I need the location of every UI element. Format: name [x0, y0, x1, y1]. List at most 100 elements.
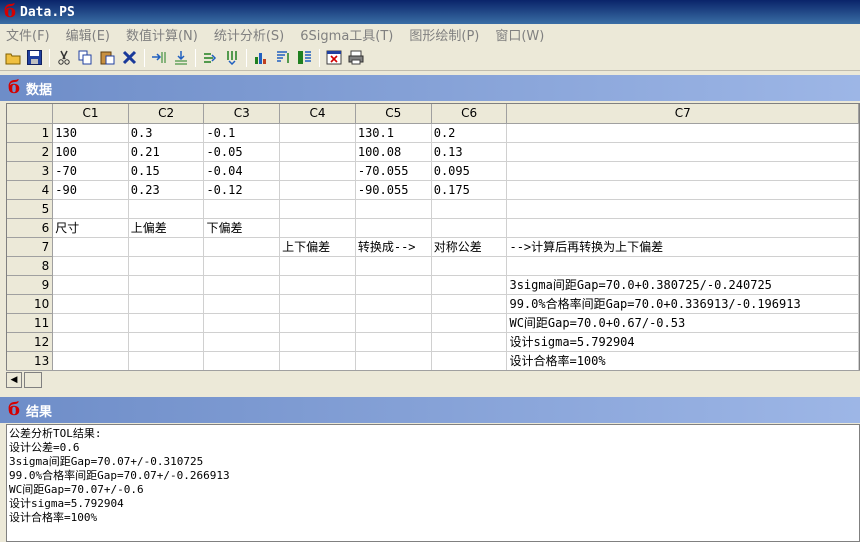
column-header[interactable]: C2 [128, 104, 205, 124]
grid-cell[interactable] [52, 332, 129, 352]
menu-numeric[interactable]: 数值计算(N) [126, 25, 198, 44]
grid-cell[interactable] [128, 313, 205, 333]
grid-cell[interactable] [279, 161, 356, 181]
grid-cell[interactable] [203, 313, 281, 333]
column-header[interactable]: C1 [52, 104, 129, 124]
grid-cell[interactable] [431, 351, 508, 371]
row-header[interactable]: 9 [7, 275, 54, 295]
grid-cell[interactable]: -90 [52, 180, 129, 200]
grid-cell[interactable]: 对称公差 [431, 237, 508, 257]
row-header[interactable]: 5 [7, 199, 54, 219]
grid-cell[interactable] [203, 294, 281, 314]
row-header[interactable]: 11 [7, 313, 54, 333]
menu-window[interactable]: 窗口(W) [495, 25, 544, 44]
menu-6sigma-tools[interactable]: 6Sigma工具(T) [300, 25, 393, 44]
grid-cell[interactable] [355, 275, 432, 295]
grid-cell[interactable] [431, 294, 508, 314]
grid-cell[interactable] [52, 313, 129, 333]
grid-cell[interactable]: 3sigma间距Gap=70.0+0.380725/-0.240725 [506, 275, 859, 295]
grid-cell[interactable] [203, 351, 281, 371]
table-icon[interactable] [294, 47, 315, 68]
grid-cell[interactable] [431, 256, 508, 276]
column-header[interactable]: C5 [355, 104, 432, 124]
grid-cell[interactable] [506, 123, 859, 143]
column-header[interactable]: C6 [431, 104, 508, 124]
menu-edit[interactable]: 编辑(E) [66, 25, 110, 44]
row-header[interactable]: 2 [7, 142, 54, 162]
move-right-icon[interactable] [199, 47, 220, 68]
scroll-left-icon[interactable]: ◀ [6, 371, 22, 388]
grid-cell[interactable] [431, 275, 508, 295]
grid-cell[interactable] [128, 256, 205, 276]
grid-cell[interactable]: 下偏差 [203, 218, 281, 238]
grid-cell[interactable] [128, 332, 205, 352]
grid-cell[interactable]: 0.13 [431, 142, 508, 162]
grid-cell[interactable] [279, 313, 356, 333]
grid-cell[interactable]: 尺寸 [52, 218, 129, 238]
grid-cell[interactable]: 上偏差 [128, 218, 205, 238]
grid-cell[interactable] [279, 332, 356, 352]
stats-icon[interactable] [250, 47, 271, 68]
row-header[interactable]: 6 [7, 218, 54, 238]
data-grid[interactable]: C1 C2 C3 C4 C5 C6 C7 1 130 0.3 -0.1 130.1 0.2… [6, 103, 860, 388]
grid-cell[interactable]: -70.055 [355, 161, 432, 181]
grid-cell[interactable]: 100.08 [355, 142, 432, 162]
grid-cell[interactable] [52, 199, 129, 219]
row-header[interactable]: 4 [7, 180, 54, 200]
copy-icon[interactable] [75, 47, 96, 68]
grid-cell[interactable] [203, 332, 281, 352]
grid-cell[interactable]: 100 [52, 142, 129, 162]
grid-cell[interactable] [279, 142, 356, 162]
grid-cell[interactable]: -90.055 [355, 180, 432, 200]
open-icon[interactable] [2, 47, 23, 68]
row-header[interactable]: 10 [7, 294, 54, 314]
grid-cell[interactable] [431, 199, 508, 219]
grid-cell[interactable] [203, 256, 281, 276]
grid-cell[interactable] [355, 256, 432, 276]
grid-cell[interactable] [355, 313, 432, 333]
menu-file[interactable]: 文件(F) [6, 25, 50, 44]
grid-cell[interactable] [52, 237, 129, 257]
grid-cell[interactable]: WC间距Gap=70.0+0.67/-0.53 [506, 313, 859, 333]
row-header[interactable]: 13 [7, 351, 54, 371]
grid-cell[interactable] [279, 256, 356, 276]
grid-cell[interactable] [52, 351, 129, 371]
grid-cell[interactable]: 设计合格率=100% [506, 351, 859, 371]
grid-cell[interactable] [431, 332, 508, 352]
grid-cell[interactable] [203, 199, 281, 219]
menu-statistics[interactable]: 统计分析(S) [214, 25, 284, 44]
print-icon[interactable] [345, 47, 366, 68]
paste-icon[interactable] [97, 47, 118, 68]
scroll-thumb[interactable] [24, 371, 42, 388]
save-icon[interactable] [24, 47, 45, 68]
grid-cell[interactable] [431, 313, 508, 333]
grid-cell[interactable] [279, 275, 356, 295]
menu-graphics[interactable]: 图形绘制(P) [409, 25, 479, 44]
grid-cell[interactable]: 上下偏差 [279, 237, 356, 257]
horizontal-scrollbar[interactable]: ◀ [6, 370, 860, 388]
grid-cell[interactable] [355, 294, 432, 314]
grid-cell[interactable]: -0.05 [203, 142, 281, 162]
grid-cell[interactable] [128, 275, 205, 295]
grid-cell[interactable]: 设计sigma=5.792904 [506, 332, 859, 352]
grid-cell[interactable]: 0.175 [431, 180, 508, 200]
grid-cell[interactable] [203, 237, 281, 257]
grid-cell[interactable] [128, 237, 205, 257]
grid-cell[interactable] [355, 218, 432, 238]
row-header[interactable]: 3 [7, 161, 54, 181]
grid-cell[interactable]: 0.095 [431, 161, 508, 181]
grid-cell[interactable]: 0.23 [128, 180, 205, 200]
grid-cell[interactable] [506, 218, 859, 238]
delete-icon[interactable] [119, 47, 140, 68]
column-header[interactable]: C3 [203, 104, 281, 124]
corner-cell[interactable] [7, 104, 54, 124]
column-header[interactable]: C7 [506, 104, 859, 124]
grid-cell[interactable] [506, 161, 859, 181]
grid-cell[interactable] [431, 218, 508, 238]
insert-col-icon[interactable] [170, 47, 191, 68]
insert-row-icon[interactable] [148, 47, 169, 68]
row-header[interactable]: 12 [7, 332, 54, 352]
sort-icon[interactable] [272, 47, 293, 68]
grid-cell[interactable] [203, 275, 281, 295]
row-header[interactable]: 8 [7, 256, 54, 276]
